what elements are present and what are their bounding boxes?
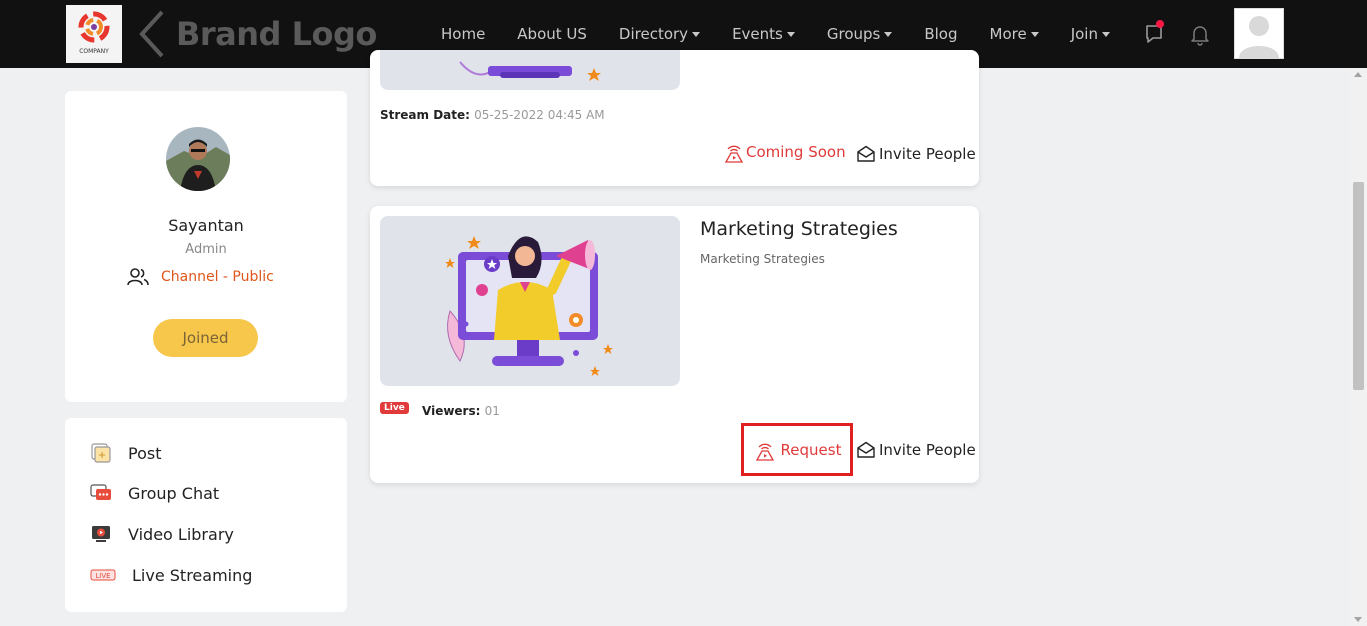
nav-directory[interactable]: Directory bbox=[618, 25, 701, 43]
request-label: Request bbox=[780, 440, 842, 459]
nav-groups[interactable]: Groups bbox=[826, 25, 893, 43]
menu-item-live-streaming[interactable]: LIVE Live Streaming bbox=[90, 564, 252, 586]
menu-item-video-library[interactable]: Video Library bbox=[90, 523, 234, 545]
diamond-logo-icon bbox=[139, 10, 164, 58]
notification-dot bbox=[1156, 20, 1164, 28]
svg-text:COMPANY: COMPANY bbox=[79, 48, 109, 55]
stream-card: Marketing Strategies Marketing Strategie… bbox=[370, 206, 979, 483]
profile-name: Sayantan bbox=[168, 216, 244, 235]
channel-visibility: Channel - Public bbox=[127, 267, 274, 287]
viewers-count: Viewers: 01 bbox=[422, 404, 500, 418]
nav-home-label: Home bbox=[441, 25, 486, 43]
profile-avatar[interactable] bbox=[166, 127, 230, 191]
chat-icon[interactable] bbox=[1143, 20, 1169, 46]
nav-events-label: Events bbox=[732, 25, 783, 43]
caret-down-icon bbox=[786, 31, 795, 37]
brand-text: Brand Logo bbox=[176, 15, 377, 53]
stream-title: Marketing Strategies bbox=[700, 218, 898, 240]
bell-icon[interactable] bbox=[1188, 22, 1212, 46]
svg-text:LIVE: LIVE bbox=[95, 572, 110, 580]
stream-thumbnail[interactable] bbox=[380, 50, 680, 90]
user-avatar-button[interactable] bbox=[1234, 8, 1284, 59]
nav-more[interactable]: More bbox=[990, 25, 1039, 43]
video-library-icon bbox=[92, 526, 110, 542]
nav-groups-label: Groups bbox=[826, 25, 881, 43]
company-logo-icon: COMPANY bbox=[66, 5, 122, 63]
nav-about-us[interactable]: About US bbox=[517, 25, 587, 43]
stream-subtitle: Marketing Strategies bbox=[700, 252, 825, 266]
nav-blog-label: Blog bbox=[924, 25, 958, 43]
profile-card: Sayantan Admin Channel - Public Joined bbox=[65, 91, 347, 402]
scroll-up-arrow-icon[interactable] bbox=[1354, 72, 1362, 77]
stream-date: Stream Date: 05-25-2022 04:45 AM bbox=[380, 108, 605, 122]
post-icon bbox=[91, 443, 111, 463]
nav-about-label: About US bbox=[517, 25, 587, 43]
stream-card: Stream Date: 05-25-2022 04:45 AM Coming … bbox=[370, 50, 979, 186]
stream-date-value: 05-25-2022 04:45 AM bbox=[474, 108, 605, 122]
group-chat-icon bbox=[90, 484, 111, 500]
envelope-open-icon bbox=[857, 145, 875, 162]
viewers-value: 01 bbox=[484, 404, 500, 418]
broadcast-icon bbox=[724, 145, 744, 163]
live-badge: Live bbox=[380, 402, 409, 414]
stream-date-label: Stream Date: bbox=[380, 108, 470, 122]
invite-people-label: Invite People bbox=[879, 145, 976, 163]
company-logo[interactable]: COMPANY bbox=[66, 5, 122, 63]
nav-events[interactable]: Events bbox=[732, 25, 795, 43]
coming-soon-button[interactable]: Coming Soon bbox=[722, 140, 846, 164]
coming-soon-label: Coming Soon bbox=[746, 143, 846, 161]
channel-menu: Post Group Chat Video Library LIVE Live … bbox=[65, 418, 347, 612]
menu-item-label: Group Chat bbox=[128, 483, 220, 503]
caret-down-icon bbox=[1030, 31, 1039, 37]
caret-down-icon bbox=[1101, 31, 1110, 37]
nav-blog[interactable]: Blog bbox=[924, 25, 957, 43]
caret-down-icon bbox=[692, 31, 701, 37]
menu-item-label: Live Streaming bbox=[132, 565, 253, 585]
envelope-open-icon bbox=[857, 441, 875, 458]
request-button[interactable]: Request bbox=[741, 423, 853, 476]
nav-more-label: More bbox=[989, 25, 1027, 43]
nav-join[interactable]: Join bbox=[1071, 25, 1110, 43]
users-icon bbox=[127, 268, 149, 286]
channel-label: Channel - Public bbox=[161, 269, 274, 285]
scroll-thumb[interactable] bbox=[1353, 182, 1364, 390]
invite-people-button[interactable]: Invite People bbox=[857, 441, 976, 459]
profile-role: Admin bbox=[185, 242, 227, 257]
invite-people-button[interactable]: Invite People bbox=[857, 145, 976, 163]
menu-item-label: Video Library bbox=[128, 524, 234, 544]
caret-down-icon bbox=[884, 31, 893, 37]
viewers-label: Viewers: bbox=[422, 404, 481, 418]
menu-item-post[interactable]: Post bbox=[90, 442, 161, 464]
broadcast-icon bbox=[755, 443, 774, 461]
stream-thumbnail[interactable] bbox=[380, 216, 680, 386]
nav-directory-label: Directory bbox=[618, 25, 689, 43]
brand-logo[interactable]: Brand Logo bbox=[138, 6, 377, 62]
nav-home[interactable]: Home bbox=[441, 25, 485, 43]
marketing-illustration bbox=[445, 236, 613, 376]
live-streaming-icon: LIVE bbox=[90, 569, 116, 581]
invite-people-label: Invite People bbox=[879, 441, 976, 459]
menu-item-label: Post bbox=[128, 443, 162, 463]
joined-button[interactable]: Joined bbox=[153, 319, 258, 357]
nav-join-label: Join bbox=[1070, 25, 1098, 43]
menu-item-group-chat[interactable]: Group Chat bbox=[90, 482, 219, 504]
page-scrollbar[interactable] bbox=[1350, 68, 1367, 626]
user-avatar-icon bbox=[1239, 16, 1279, 58]
scroll-down-arrow-icon[interactable] bbox=[1354, 617, 1362, 622]
